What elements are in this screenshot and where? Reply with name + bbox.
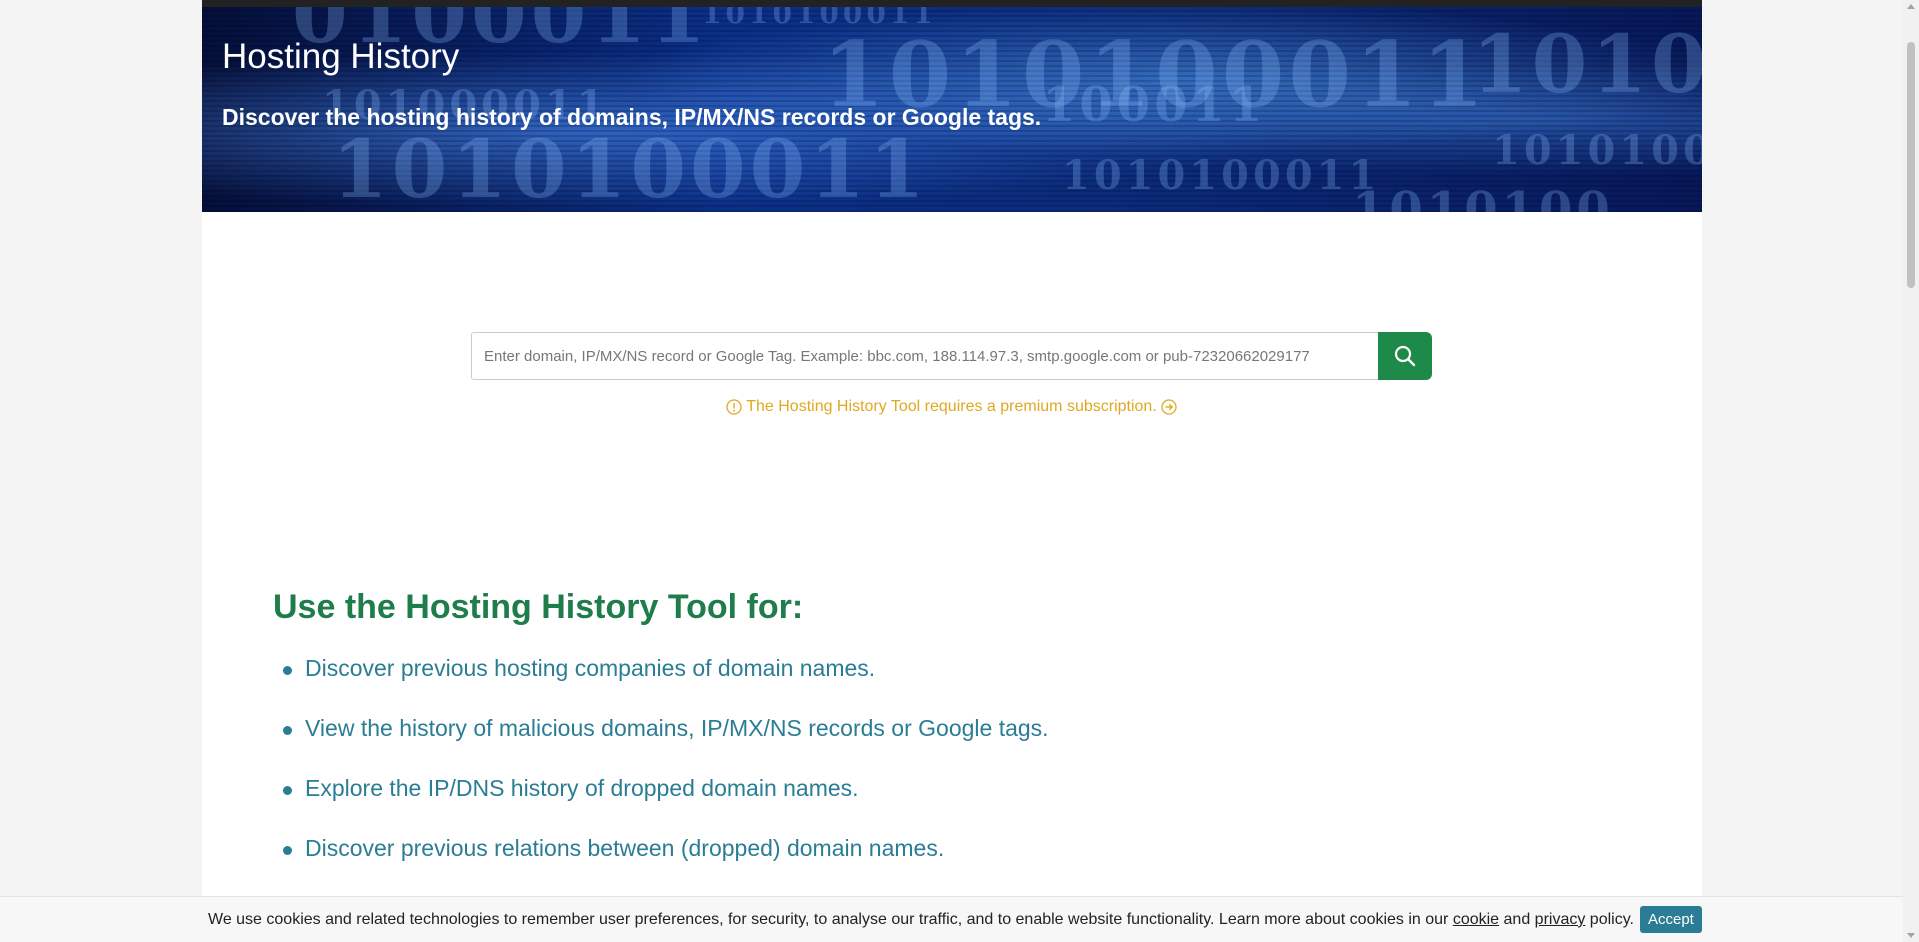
- list-item-text: Discover previous relations between (dro…: [305, 835, 945, 861]
- list-item-text: Discover previous hosting companies of d…: [305, 655, 876, 681]
- search-icon: [1394, 345, 1416, 367]
- page-title: Hosting History: [222, 37, 460, 76]
- search-input[interactable]: [471, 332, 1378, 380]
- hero-background-digits: 1010100011: [332, 122, 929, 212]
- list-item: Discover previous relations between (dro…: [283, 835, 1049, 895]
- scroll-down-arrow-icon[interactable]: [1907, 933, 1915, 938]
- privacy-policy-link[interactable]: privacy: [1535, 911, 1586, 928]
- top-bar: [202, 0, 1702, 7]
- cookie-text: We use cookies and related technologies …: [208, 911, 1634, 929]
- scrollbar[interactable]: [1903, 0, 1919, 942]
- hero-banner: 0100011 1010100011 1010100011 101000011 …: [202, 7, 1702, 212]
- bullet: [283, 846, 292, 855]
- hero-background-digits: 1010100011: [1062, 152, 1381, 199]
- cookie-policy-link[interactable]: cookie: [1453, 911, 1499, 928]
- hero-background-digits: 1010100011: [702, 7, 937, 30]
- hero-background-digits: 10101: [1472, 17, 1702, 111]
- cookie-text-end: policy.: [1585, 910, 1634, 928]
- scroll-up-arrow-icon[interactable]: [1907, 4, 1915, 9]
- list-item: Discover previous hosting companies of d…: [283, 655, 1049, 715]
- premium-notice[interactable]: The Hosting History Tool requires a prem…: [0, 398, 1903, 416]
- bullet: [283, 666, 292, 675]
- hero-background-digits: 100011: [1042, 77, 1267, 133]
- search-button[interactable]: [1378, 332, 1432, 380]
- bullet: [283, 726, 292, 735]
- premium-notice-text[interactable]: The Hosting History Tool requires a prem…: [746, 398, 1157, 415]
- uses-heading: Use the Hosting History Tool for:: [273, 588, 804, 626]
- list-item-text: Explore the IP/DNS history of dropped do…: [305, 775, 859, 801]
- list-item-text: View the history of malicious domains, I…: [305, 715, 1049, 741]
- list-item: Explore the IP/DNS history of dropped do…: [283, 775, 1049, 835]
- hero-background-digits: 1010100: [1492, 127, 1702, 174]
- scrollbar-thumb[interactable]: [1907, 42, 1915, 288]
- hero-background-digits: 1010100: [1352, 182, 1614, 212]
- cookie-text-main: We use cookies and related technologies …: [208, 910, 1453, 928]
- accept-cookies-button[interactable]: Accept: [1639, 906, 1702, 933]
- info-circle-icon: [726, 399, 742, 415]
- uses-list: Discover previous hosting companies of d…: [283, 655, 1049, 895]
- arrow-right-circle-icon[interactable]: [1161, 399, 1177, 415]
- cookie-text-and: and: [1499, 910, 1535, 928]
- search-bar: [471, 332, 1432, 380]
- bullet: [283, 786, 292, 795]
- list-item: View the history of malicious domains, I…: [283, 715, 1049, 775]
- page-subtitle: Discover the hosting history of domains,…: [222, 104, 1042, 130]
- cookie-banner: We use cookies and related technologies …: [0, 896, 1903, 942]
